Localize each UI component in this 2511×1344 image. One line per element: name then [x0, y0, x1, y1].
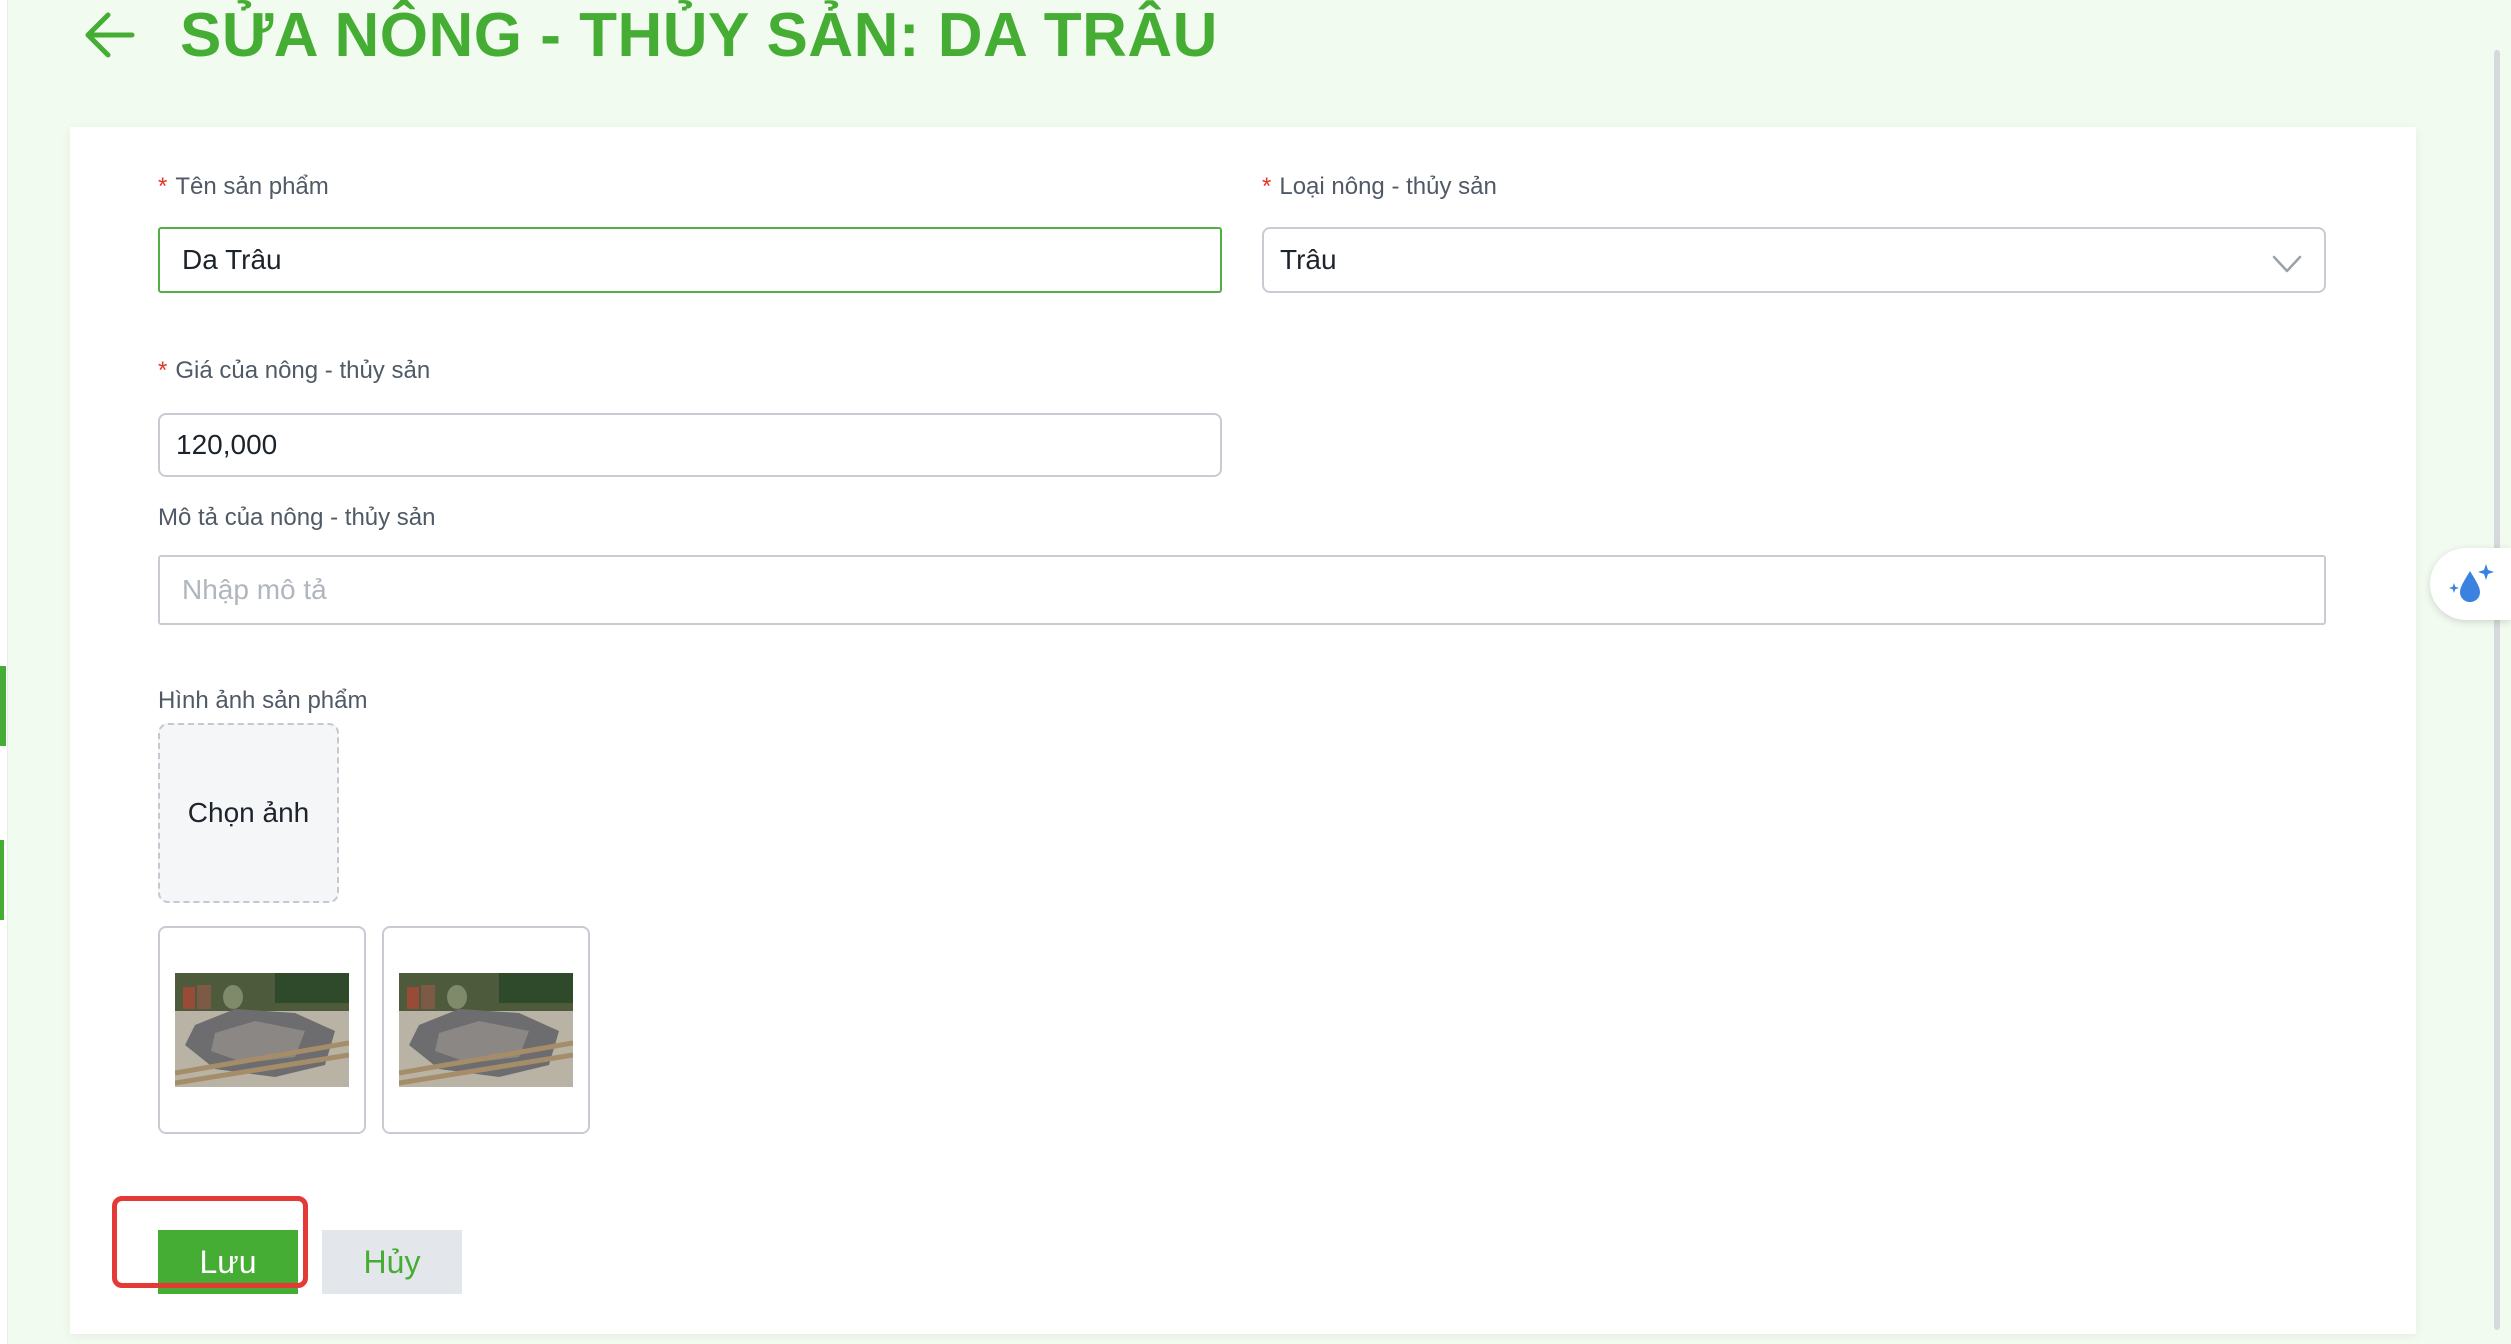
- product-photo-image: [399, 973, 573, 1087]
- back-button[interactable]: [80, 5, 140, 65]
- page-title: SỬA NÔNG - THỦY SẢN: DA TRÂU: [180, 0, 1218, 70]
- description-placeholder: Nhập mô tả: [182, 574, 327, 605]
- chevron-down-icon: [2272, 255, 2302, 273]
- sidebar-indicator: [0, 840, 4, 920]
- save-button[interactable]: Lưu: [158, 1230, 298, 1294]
- product-name-input[interactable]: Da Trâu: [158, 227, 1222, 293]
- price-label: * Giá của nông - thủy sản: [158, 357, 431, 384]
- description-input[interactable]: Nhập mô tả: [158, 555, 2326, 625]
- required-mark: *: [1262, 173, 1272, 200]
- images-label: Hình ảnh sản phẩm: [158, 687, 368, 714]
- product-type-value: Trâu: [1280, 244, 1337, 275]
- edit-product-form: * Tên sản phẩm Da Trâu * Loại nông - thủy …: [70, 127, 2416, 1334]
- choose-image-button[interactable]: Chọn ảnh: [158, 723, 339, 903]
- product-type-select[interactable]: Trâu: [1262, 227, 2326, 293]
- product-image-thumbnail[interactable]: [382, 926, 590, 1134]
- product-image-thumbnail[interactable]: [158, 926, 366, 1134]
- product-name-label: * Tên sản phẩm: [158, 173, 329, 200]
- required-mark: *: [158, 357, 168, 384]
- arrow-left-icon: [85, 12, 135, 58]
- choose-image-label: Chọn ảnh: [187, 797, 310, 828]
- sidebar-active-indicator: [0, 666, 6, 746]
- required-mark: *: [158, 173, 168, 200]
- page-header: SỬA NÔNG - THỦY SẢN: DA TRÂU: [80, 0, 1218, 80]
- description-label: Mô tả của nông - thủy sản: [158, 504, 436, 531]
- price-value: 120,000: [176, 429, 278, 460]
- water-drop-sparkle-icon: [2448, 564, 2494, 602]
- cancel-button[interactable]: Hủy: [322, 1230, 462, 1294]
- product-photo-image: [175, 973, 349, 1087]
- product-type-label: * Loại nông - thủy sản: [1262, 173, 1497, 200]
- floating-assistant-button[interactable]: [2430, 548, 2511, 620]
- price-input[interactable]: 120,000: [158, 413, 1222, 477]
- product-name-value: Da Trâu: [182, 244, 282, 275]
- scrollbar[interactable]: [2494, 50, 2500, 1330]
